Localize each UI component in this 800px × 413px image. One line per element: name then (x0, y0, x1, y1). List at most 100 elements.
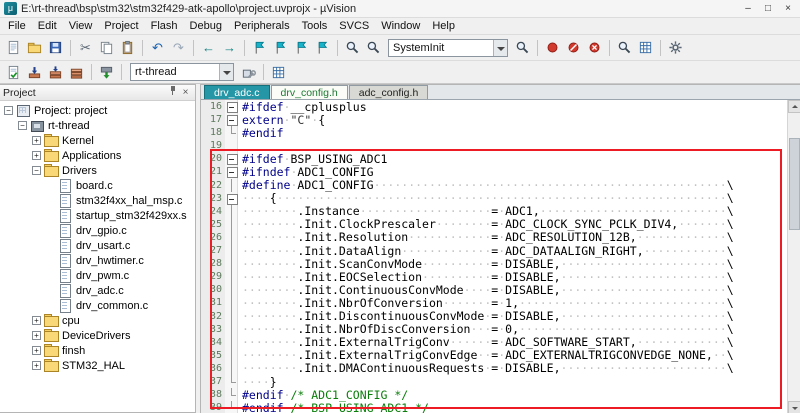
collapse-icon[interactable]: − (4, 106, 13, 115)
tree-item-stm32f4xx-hal-msp-c[interactable]: stm32f4xx_hal_msp.c (0, 193, 195, 208)
maximize-button[interactable]: □ (758, 3, 778, 14)
tree-item-label: Kernel (62, 135, 94, 147)
scroll-down-icon[interactable] (788, 401, 800, 413)
tab-drv-config-h[interactable]: drv_config.h (271, 85, 348, 99)
fold-collapse-icon[interactable] (225, 100, 238, 113)
tree-item-label: STM32_HAL (62, 360, 125, 372)
expand-icon[interactable]: + (32, 316, 41, 325)
close-panel-icon[interactable]: × (179, 87, 192, 98)
menu-tools[interactable]: Tools (296, 18, 334, 34)
tree-item-project-project[interactable]: − Project: project (0, 103, 195, 118)
line-number: 39 (201, 401, 225, 413)
rebuild-icon[interactable] (46, 63, 65, 82)
tree-item-label: Project: project (34, 105, 107, 117)
save-icon[interactable] (46, 38, 65, 57)
editor-vertical-scrollbar[interactable] (787, 100, 800, 413)
fold-collapse-icon[interactable] (225, 152, 238, 165)
tree-item-cpu[interactable]: +cpu (0, 313, 195, 328)
undo-icon[interactable]: ↶ (148, 38, 167, 57)
nav-forward-icon[interactable]: → (220, 38, 239, 57)
configure-icon[interactable] (666, 38, 685, 57)
menu-help[interactable]: Help (426, 18, 461, 34)
search-dropdown-icon[interactable] (513, 38, 532, 57)
chevron-down-icon[interactable] (493, 40, 507, 56)
tree-item-kernel[interactable]: + Kernel (0, 133, 195, 148)
fold-collapse-icon[interactable] (225, 192, 238, 205)
tree-item-drv-hwtimer-c[interactable]: drv_hwtimer.c (0, 253, 195, 268)
menu-file[interactable]: File (2, 18, 32, 34)
menu-peripherals[interactable]: Peripherals (228, 18, 296, 34)
menu-svcs[interactable]: SVCS (333, 18, 375, 34)
tab-adc-config-h[interactable]: adc_config.h (349, 85, 429, 99)
code-text: #endif·/* ADC1_CONFIG */ (238, 388, 408, 402)
menu-window[interactable]: Window (375, 18, 426, 34)
expand-icon[interactable]: + (32, 331, 41, 340)
build-icon[interactable] (25, 63, 44, 82)
tree-item-stm32-hal[interactable]: + STM32_HAL (0, 358, 195, 373)
batch-build-icon[interactable] (67, 63, 86, 82)
folder-icon (44, 164, 59, 177)
tree-item-drv-adc-c[interactable]: drv_adc.c (0, 283, 195, 298)
memory-window-icon[interactable] (636, 38, 655, 57)
pin-icon[interactable] (166, 85, 179, 100)
menu-view[interactable]: View (63, 18, 99, 34)
menu-flash[interactable]: Flash (145, 18, 184, 34)
collapse-icon[interactable]: − (18, 121, 27, 130)
expand-icon[interactable]: + (32, 136, 41, 145)
menu-debug[interactable]: Debug (184, 18, 228, 34)
app-icon: μ (4, 2, 17, 15)
target-combo[interactable]: rt-thread (130, 63, 234, 81)
cut-icon[interactable]: ✂ (76, 38, 95, 57)
find-in-files-icon[interactable] (364, 38, 383, 57)
tree-item-finsh[interactable]: +finsh (0, 343, 195, 358)
close-button[interactable]: × (778, 3, 798, 14)
code-line: 32········.Init.DiscontinuousConvMode·=·… (201, 310, 787, 323)
tree-item-board-c[interactable]: board.c (0, 178, 195, 193)
scrollbar-thumb[interactable] (789, 138, 800, 230)
menu-project[interactable]: Project (98, 18, 144, 34)
breakpoint-kill-icon[interactable] (585, 38, 604, 57)
menu-edit[interactable]: Edit (32, 18, 63, 34)
tree-item-drv-common-c[interactable]: drv_common.c (0, 298, 195, 313)
flash-download-icon[interactable] (97, 63, 116, 82)
copy-icon[interactable] (97, 38, 116, 57)
project-panel-title: Project (3, 87, 166, 99)
translate-icon[interactable] (4, 63, 23, 82)
tree-item-rt-thread[interactable]: −rt-thread (0, 118, 195, 133)
expand-icon[interactable]: + (32, 346, 41, 355)
bookmark-prev-icon[interactable] (271, 38, 290, 57)
minimize-button[interactable]: – (738, 3, 758, 14)
redo-icon[interactable]: ↷ (169, 38, 188, 57)
bookmark-next-icon[interactable] (292, 38, 311, 57)
tab-drv-adc-c[interactable]: drv_adc.c (204, 85, 270, 99)
bookmark-toggle-icon[interactable] (250, 38, 269, 57)
nav-back-icon[interactable]: ← (199, 38, 218, 57)
tree-item-drv-usart-c[interactable]: drv_usart.c (0, 238, 195, 253)
fold-collapse-icon[interactable] (225, 113, 238, 126)
new-file-icon[interactable] (4, 38, 23, 57)
debug-session-icon[interactable] (615, 38, 634, 57)
tree-item-devicedrivers[interactable]: +DeviceDrivers (0, 328, 195, 343)
editor-tab-bar: drv_adc.cdrv_config.hadc_config.h (201, 85, 800, 100)
code-editor[interactable]: 16#ifdef·__cplusplus17extern·"C"·{18#end… (201, 100, 787, 413)
breakpoint-toggle-icon[interactable] (543, 38, 562, 57)
find-icon[interactable] (343, 38, 362, 57)
tree-item-drv-pwm-c[interactable]: drv_pwm.c (0, 268, 195, 283)
bookmark-clear-icon[interactable] (313, 38, 332, 57)
fold-collapse-icon[interactable] (225, 165, 238, 178)
function-combo[interactable]: SystemInit (388, 39, 508, 57)
tree-item-startup-stm32f429xx-s[interactable]: startup_stm32f429xx.s (0, 208, 195, 223)
chevron-down-icon[interactable] (219, 64, 233, 80)
tree-item-drivers[interactable]: −Drivers (0, 163, 195, 178)
scroll-up-icon[interactable] (788, 100, 800, 113)
paste-icon[interactable] (118, 38, 137, 57)
manage-components-icon[interactable] (269, 63, 288, 82)
breakpoint-disable-icon[interactable] (564, 38, 583, 57)
tree-item-applications[interactable]: +Applications (0, 148, 195, 163)
collapse-icon[interactable]: − (32, 166, 41, 175)
expand-icon[interactable]: + (32, 151, 41, 160)
target-options-icon[interactable] (239, 63, 258, 82)
open-file-icon[interactable] (25, 38, 44, 57)
expand-icon[interactable]: + (32, 361, 41, 370)
tree-item-drv-gpio-c[interactable]: drv_gpio.c (0, 223, 195, 238)
